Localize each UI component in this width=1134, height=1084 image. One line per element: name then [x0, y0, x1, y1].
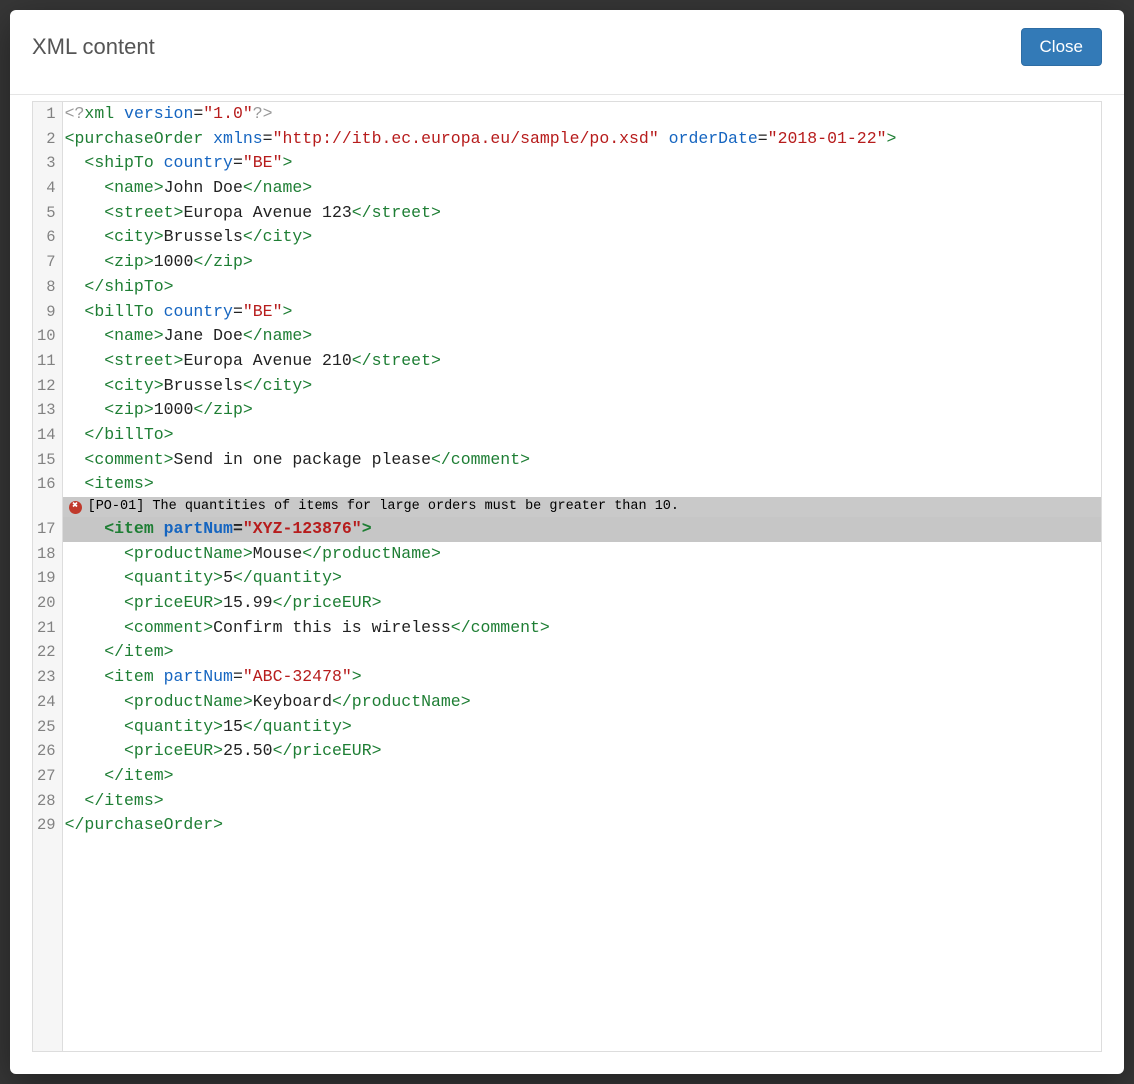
- code-line[interactable]: <productName>Mouse</productName>: [63, 542, 1101, 567]
- line-number: 13: [37, 398, 56, 423]
- line-number: 4: [37, 176, 56, 201]
- code-editor[interactable]: 1234567891011121314151617181920212223242…: [32, 101, 1102, 1052]
- code-line[interactable]: <shipTo country="BE">: [63, 151, 1101, 176]
- code-line[interactable]: <quantity>15</quantity>: [63, 715, 1101, 740]
- line-number: 21: [37, 616, 56, 641]
- code-line[interactable]: <purchaseOrder xmlns="http://itb.ec.euro…: [63, 127, 1101, 152]
- close-button[interactable]: Close: [1021, 28, 1102, 66]
- code-line[interactable]: <billTo country="BE">: [63, 300, 1101, 325]
- line-number-gutter: 1234567891011121314151617181920212223242…: [33, 102, 63, 1051]
- code-line[interactable]: </billTo>: [63, 423, 1101, 448]
- code-line[interactable]: <items>: [63, 472, 1101, 497]
- modal-dialog: XML content Close 1234567891011121314151…: [10, 10, 1124, 1074]
- code-line[interactable]: <city>Brussels</city>: [63, 225, 1101, 250]
- line-number: 14: [37, 423, 56, 448]
- code-line[interactable]: <?xml version="1.0"?>: [63, 102, 1101, 127]
- line-number: 29: [37, 813, 56, 838]
- line-number: 11: [37, 349, 56, 374]
- line-number: 3: [37, 151, 56, 176]
- line-number: 1: [37, 102, 56, 127]
- code-line[interactable]: <item partNum="XYZ-123876">: [63, 517, 1101, 542]
- line-number: 18: [37, 542, 56, 567]
- code-line[interactable]: <zip>1000</zip>: [63, 398, 1101, 423]
- line-number: 24: [37, 690, 56, 715]
- line-number: 20: [37, 591, 56, 616]
- line-number: 9: [37, 300, 56, 325]
- code-line[interactable]: <city>Brussels</city>: [63, 374, 1101, 399]
- line-number: 17: [37, 517, 56, 542]
- code-line[interactable]: </items>: [63, 789, 1101, 814]
- line-number: 5: [37, 201, 56, 226]
- code-line[interactable]: <name>John Doe</name>: [63, 176, 1101, 201]
- line-number: 16: [37, 472, 56, 497]
- modal-title: XML content: [32, 34, 155, 60]
- code-line[interactable]: </item>: [63, 764, 1101, 789]
- code-line[interactable]: <zip>1000</zip>: [63, 250, 1101, 275]
- line-number: 10: [37, 324, 56, 349]
- line-number: 15: [37, 448, 56, 473]
- line-number: 2: [37, 127, 56, 152]
- code-line[interactable]: <comment>Send in one package please</com…: [63, 448, 1101, 473]
- line-number: 8: [37, 275, 56, 300]
- code-line[interactable]: </item>: [63, 640, 1101, 665]
- line-number: 22: [37, 640, 56, 665]
- code-line[interactable]: <street>Europa Avenue 123</street>: [63, 201, 1101, 226]
- code-content[interactable]: <?xml version="1.0"?><purchaseOrder xmln…: [63, 102, 1101, 1051]
- line-number: 26: [37, 739, 56, 764]
- code-line[interactable]: <item partNum="ABC-32478">: [63, 665, 1101, 690]
- editor-wrap: 1234567891011121314151617181920212223242…: [10, 95, 1124, 1074]
- line-number: 25: [37, 715, 56, 740]
- code-line[interactable]: <street>Europa Avenue 210</street>: [63, 349, 1101, 374]
- code-line[interactable]: <quantity>5</quantity>: [63, 566, 1101, 591]
- line-number: 19: [37, 566, 56, 591]
- error-annotation[interactable]: ✖ [PO-01] The quantities of items for lar…: [63, 497, 1101, 517]
- code-line[interactable]: <priceEUR>15.99</priceEUR>: [63, 591, 1101, 616]
- line-number: 23: [37, 665, 56, 690]
- code-line[interactable]: <productName>Keyboard</productName>: [63, 690, 1101, 715]
- code-line[interactable]: <name>Jane Doe</name>: [63, 324, 1101, 349]
- code-line[interactable]: </purchaseOrder>: [63, 813, 1101, 838]
- line-number: 7: [37, 250, 56, 275]
- line-number: 12: [37, 374, 56, 399]
- line-number: 27: [37, 764, 56, 789]
- code-line[interactable]: <comment>Confirm this is wireless</comme…: [63, 616, 1101, 641]
- error-icon: ✖: [69, 501, 82, 514]
- code-line[interactable]: </shipTo>: [63, 275, 1101, 300]
- code-line[interactable]: <priceEUR>25.50</priceEUR>: [63, 739, 1101, 764]
- error-annotation-text: [PO-01] The quantities of items for larg…: [88, 497, 679, 517]
- line-number: 28: [37, 789, 56, 814]
- line-number: 6: [37, 225, 56, 250]
- modal-header: XML content Close: [10, 10, 1124, 95]
